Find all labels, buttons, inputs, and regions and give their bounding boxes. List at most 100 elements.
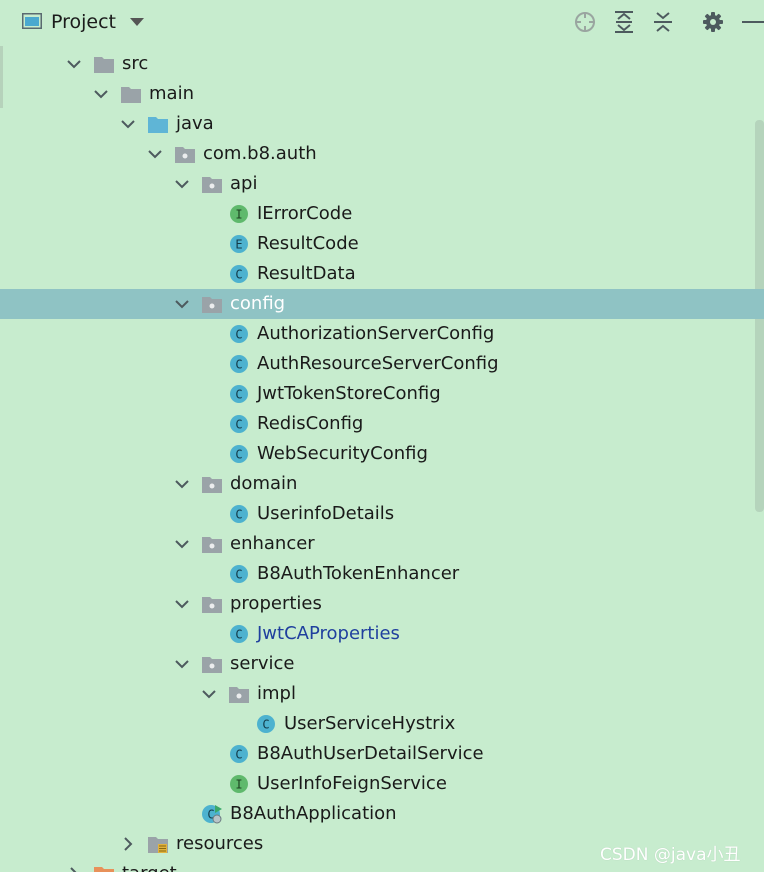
svg-text:C: C (235, 508, 242, 522)
folder-icon (120, 84, 142, 104)
tree-node-label: WebSecurityConfig (257, 443, 428, 464)
chevron-down-icon[interactable] (147, 146, 163, 162)
tree-node-src[interactable]: src (0, 49, 764, 79)
tree-node-redisconfig[interactable]: C RedisConfig (0, 409, 764, 439)
tree-node-service[interactable]: service (0, 649, 764, 679)
class-icon: C (228, 504, 250, 524)
folder-icon (93, 54, 115, 74)
tree-node-b8authapplication[interactable]: C B8AuthApplication (0, 799, 764, 829)
tree-node-label: UserInfoFeignService (257, 773, 447, 794)
interface-icon: I (228, 204, 250, 224)
svg-text:I: I (235, 778, 242, 792)
package-icon (201, 174, 223, 194)
tree-node-authorizationserverconfig[interactable]: C AuthorizationServerConfig (0, 319, 764, 349)
tree-node-label: JwtCAProperties (257, 623, 400, 644)
tree-node-config[interactable]: config (0, 289, 764, 319)
chevron-right-icon[interactable] (66, 866, 82, 872)
tree-node-label: com.b8.auth (203, 143, 317, 164)
chevron-down-icon[interactable] (201, 686, 217, 702)
tree-node-label: config (230, 293, 286, 314)
tree-node-label: domain (230, 473, 298, 494)
dropdown-caret-icon[interactable] (130, 18, 144, 26)
chevron-right-icon[interactable] (120, 836, 136, 852)
tree-node-resultcode[interactable]: E ResultCode (0, 229, 764, 259)
tree-node-label: IErrorCode (257, 203, 353, 224)
tree-node-com-b8-auth[interactable]: com.b8.auth (0, 139, 764, 169)
chevron-down-icon[interactable] (93, 86, 109, 102)
class-icon: C (255, 714, 277, 734)
tree-node-jwttokenstoreconfig[interactable]: C JwtTokenStoreConfig (0, 379, 764, 409)
svg-text:C: C (235, 628, 242, 642)
resources-folder-icon (147, 834, 169, 854)
tree-node-b8authtokenenhancer[interactable]: C B8AuthTokenEnhancer (0, 559, 764, 589)
excluded-folder-icon (93, 864, 115, 872)
package-icon (228, 684, 250, 704)
chevron-down-icon[interactable] (174, 596, 190, 612)
tree-node-label: impl (257, 683, 296, 704)
tree-node-label: properties (230, 593, 322, 614)
tree-node-main[interactable]: main (0, 79, 764, 109)
chevron-down-icon[interactable] (174, 176, 190, 192)
chevron-down-icon[interactable] (174, 656, 190, 672)
locate-icon[interactable] (573, 10, 597, 34)
tree-node-label: ResultData (257, 263, 356, 284)
tree-node-label: src (122, 53, 149, 74)
tree-node-b8authuserdetailservice[interactable]: C B8AuthUserDetailService (0, 739, 764, 769)
class-icon: C (228, 354, 250, 374)
tree-node-label: AuthorizationServerConfig (257, 323, 495, 344)
svg-text:C: C (235, 268, 242, 282)
spring-boot-app-icon: C (201, 804, 223, 824)
chevron-down-icon[interactable] (174, 476, 190, 492)
tree-node-label: UserinfoDetails (257, 503, 395, 524)
chevron-down-icon[interactable] (174, 296, 190, 312)
hide-icon[interactable] (740, 10, 764, 34)
expand-all-icon[interactable] (612, 10, 636, 34)
tree-node-ierrorcode[interactable]: I IErrorCode (0, 199, 764, 229)
class-icon: C (228, 444, 250, 464)
package-icon (201, 654, 223, 674)
tree-node-label: enhancer (230, 533, 315, 554)
chevron-down-icon[interactable] (120, 116, 136, 132)
svg-text:C: C (235, 418, 242, 432)
tree-node-impl[interactable]: impl (0, 679, 764, 709)
class-icon: C (228, 264, 250, 284)
tree-node-userservicehystrix[interactable]: C UserServiceHystrix (0, 709, 764, 739)
tree-node-authresourceserverconfig[interactable]: C AuthResourceServerConfig (0, 349, 764, 379)
tree-node-userinfodetails[interactable]: C UserinfoDetails (0, 499, 764, 529)
package-icon (201, 474, 223, 494)
project-view-title[interactable]: Project (51, 9, 116, 35)
tree-node-domain[interactable]: domain (0, 469, 764, 499)
tree-node-resultdata[interactable]: C ResultData (0, 259, 764, 289)
svg-text:E: E (235, 238, 242, 252)
tree-node-label: resources (176, 833, 264, 854)
tree-node-properties[interactable]: properties (0, 589, 764, 619)
class-icon: C (228, 564, 250, 584)
tree-node-label: B8AuthApplication (230, 803, 397, 824)
chevron-down-icon[interactable] (174, 536, 190, 552)
tree-node-enhancer[interactable]: enhancer (0, 529, 764, 559)
class-icon: C (228, 744, 250, 764)
tree-node-label: AuthResourceServerConfig (257, 353, 499, 374)
tree-node-api[interactable]: api (0, 169, 764, 199)
tree-node-label: B8AuthTokenEnhancer (257, 563, 460, 584)
svg-text:C: C (262, 718, 269, 732)
project-view-icon[interactable] (22, 13, 42, 29)
tree-node-java[interactable]: java (0, 109, 764, 139)
gear-icon[interactable] (701, 10, 725, 34)
watermark: CSDN @java小丑 (600, 845, 741, 865)
collapse-all-icon[interactable] (651, 10, 675, 34)
tree-node-label: RedisConfig (257, 413, 364, 434)
package-icon (201, 594, 223, 614)
svg-text:C: C (235, 748, 242, 762)
svg-text:C: C (235, 328, 242, 342)
tree-node-label: B8AuthUserDetailService (257, 743, 484, 764)
tree-node-jwtcaproperties[interactable]: C JwtCAProperties (0, 619, 764, 649)
tree-node-userinfofeignservice[interactable]: I UserInfoFeignService (0, 769, 764, 799)
chevron-down-icon[interactable] (66, 56, 82, 72)
project-tool-window: Project src main java com.b8.auth api I … (0, 0, 764, 872)
package-icon (174, 144, 196, 164)
tree-node-websecurityconfig[interactable]: C WebSecurityConfig (0, 439, 764, 469)
svg-text:C: C (235, 568, 242, 582)
class-icon: C (228, 414, 250, 434)
tree-node-label: java (176, 113, 214, 134)
